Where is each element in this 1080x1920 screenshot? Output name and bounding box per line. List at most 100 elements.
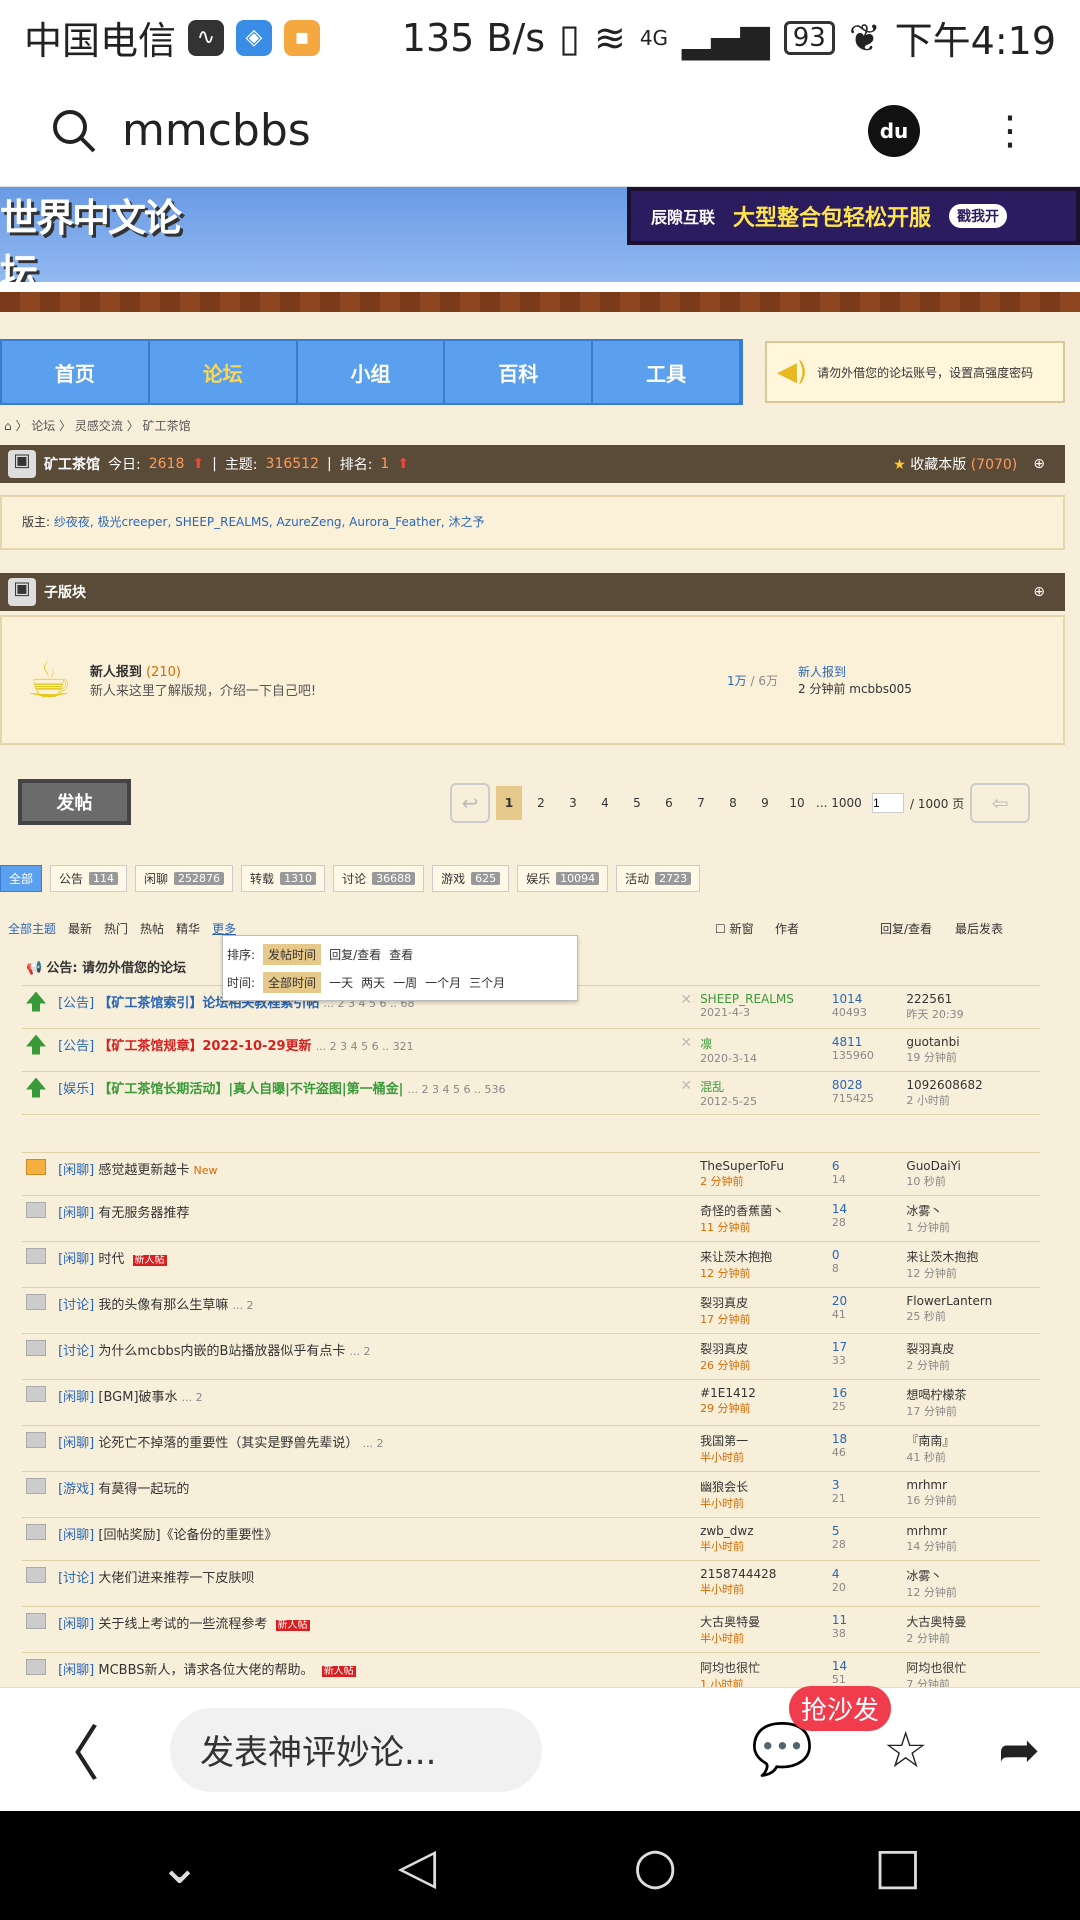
table-row[interactable]: [闲聊] 有无服务器推荐 奇怪的香蕉菌丶 11 分钟前 14 28 冰雾丶 1 分钟前: [22, 1195, 1040, 1242]
filter-hottalk[interactable]: 热帖: [140, 920, 164, 937]
thread-author[interactable]: #1E1412: [700, 1386, 824, 1400]
expand-icon[interactable]: ⊕: [1033, 584, 1045, 600]
favorite-button[interactable]: ★ 收藏本版 (7070): [893, 454, 1017, 474]
last-time[interactable]: 2 分钟前: [906, 1357, 1036, 1373]
last-time[interactable]: 14 分钟前: [906, 1538, 1036, 1554]
table-row[interactable]: [讨论] 大佬们进来推荐一下皮肤呗 2158744428 半小时前 4 20 冰雾丶…: [22, 1560, 1040, 1607]
thread-author[interactable]: 阿均也很忙: [700, 1659, 824, 1676]
page-link[interactable]: ... 1000: [816, 796, 866, 810]
search-query[interactable]: mmcbbs: [122, 105, 311, 156]
last-poster[interactable]: 大古奥特曼: [906, 1613, 1036, 1630]
announce-text[interactable]: 公告: 请勿外借您的论坛: [46, 961, 186, 976]
last-poster[interactable]: 冰雾丶: [906, 1567, 1036, 1584]
thread-author[interactable]: TheSuperToFu: [700, 1159, 824, 1173]
ad-banner[interactable]: 辰隙互联 大型整合包轻松开服 戳我开: [627, 187, 1080, 245]
last-time[interactable]: 41 秒前: [906, 1449, 1036, 1465]
thread-title[interactable]: 感觉越更新越卡: [98, 1163, 189, 1178]
back-icon[interactable]: 〈: [40, 1706, 130, 1793]
cat-discuss[interactable]: 讨论 36688: [333, 865, 425, 892]
thread-tag[interactable]: [游戏]: [58, 1482, 94, 1497]
table-row[interactable]: [闲聊] 时代 新人帖 来让茨木抱抱 12 分钟前 08 来让茨木抱抱 12 分钟前: [22, 1241, 1040, 1288]
last-time[interactable]: 10 秒前: [906, 1173, 1036, 1189]
last-time[interactable]: 12 分钟前: [906, 1265, 1036, 1281]
filter-digest[interactable]: 精华: [176, 920, 200, 937]
page-link[interactable]: 5: [624, 786, 650, 820]
thread-tag[interactable]: [公告]: [58, 996, 94, 1011]
thread-author[interactable]: 裂羽真皮: [700, 1294, 824, 1311]
thread-title[interactable]: 为什么mcbbs内嵌的B站播放器似乎有点卡: [98, 1344, 345, 1359]
table-row[interactable]: [闲聊] 关于线上考试的一些流程参考 新人帖 大古奥特曼 半小时前 11 38 大古…: [22, 1606, 1040, 1653]
crumb-forum[interactable]: 论坛: [31, 419, 55, 433]
table-row[interactable]: [闲聊] 论死亡不掉落的重要性（其实是野兽先辈说） ... 2 我国第一 半小时前…: [22, 1425, 1040, 1472]
mods-names[interactable]: 纱夜夜, 极光creeper, SHEEP_REALMS, AzureZeng,…: [54, 515, 485, 529]
thread-author[interactable]: 幽狼会长: [700, 1478, 824, 1495]
table-row[interactable]: [闲聊] [回帖奖励]《论备份的重要性》 zwb_dwz 半小时前 5 28 mrh…: [22, 1517, 1040, 1561]
thread-tag[interactable]: [闲聊]: [58, 1617, 94, 1632]
collapse-icon[interactable]: ⌄: [159, 1837, 201, 1895]
last-poster[interactable]: 想喝柠檬茶: [906, 1386, 1036, 1403]
table-row[interactable]: [游戏] 有莫得一起玩的 幽狼会长 半小时前 3 21 mrhmr 16 分钟前: [22, 1471, 1040, 1518]
baidu-paw-icon[interactable]: du: [868, 104, 920, 157]
comment-input[interactable]: 发表神评妙论...: [170, 1707, 542, 1792]
thread-author[interactable]: 来让茨木抱抱: [700, 1248, 824, 1265]
thread-tag[interactable]: [闲聊]: [58, 1528, 94, 1543]
last-time[interactable]: 19 分钟前: [906, 1049, 1036, 1065]
cat-game[interactable]: 游戏 625: [432, 865, 510, 892]
time-option[interactable]: 三个月: [469, 974, 505, 991]
time-option[interactable]: 一个月: [425, 974, 461, 991]
nav-home[interactable]: 首页: [2, 341, 150, 403]
last-poster[interactable]: 『南南』: [906, 1432, 1036, 1449]
thread-author[interactable]: 大古奥特曼: [700, 1613, 824, 1630]
last-time[interactable]: 12 分钟前: [906, 1584, 1036, 1600]
new-window-checkbox[interactable]: ☐ 新窗: [715, 920, 775, 937]
last-post-link[interactable]: 新人报到: [798, 665, 846, 679]
sort-option[interactable]: 回复/查看: [329, 946, 381, 963]
more-menu-icon[interactable]: ⋮: [990, 111, 1030, 151]
comment-icon[interactable]: 💬 抢沙发: [751, 1686, 892, 1779]
last-poster[interactable]: 冰雾丶: [906, 1202, 1036, 1219]
last-poster[interactable]: 裂羽真皮: [906, 1340, 1036, 1357]
thread-pages[interactable]: ... 2: [182, 1391, 203, 1404]
back-page-icon[interactable]: ↩: [450, 783, 490, 823]
thread-tag[interactable]: [讨论]: [58, 1571, 94, 1586]
search-icon[interactable]: [50, 107, 98, 155]
last-poster[interactable]: 1092608682: [906, 1078, 1036, 1092]
ad-button[interactable]: 戳我开: [949, 204, 1008, 228]
thread-title[interactable]: MCBBS新人，请求各位大佬的帮助。: [98, 1663, 313, 1678]
thread-pages[interactable]: ... 2: [363, 1437, 384, 1450]
thread-pages[interactable]: ... 2: [233, 1299, 254, 1312]
last-poster[interactable]: guotanbi: [906, 1035, 1036, 1049]
page-link[interactable]: 7: [688, 786, 714, 820]
page-link[interactable]: 3: [560, 786, 586, 820]
last-time[interactable]: 2 分钟前: [906, 1630, 1036, 1646]
last-poster[interactable]: mrhmr: [906, 1478, 1036, 1492]
thread-title[interactable]: 论死亡不掉落的重要性（其实是野兽先辈说）: [98, 1436, 358, 1451]
page-link[interactable]: 1: [496, 786, 522, 820]
cat-fun[interactable]: 娱乐 10094: [517, 865, 609, 892]
thread-title[interactable]: 关于线上考试的一些流程参考: [98, 1617, 267, 1632]
thread-tag[interactable]: [娱乐]: [58, 1082, 94, 1097]
thread-tag[interactable]: [闲聊]: [58, 1390, 94, 1405]
next-page-icon[interactable]: ⇦: [970, 783, 1031, 823]
cat-announce[interactable]: 公告 114: [50, 865, 128, 892]
page-link[interactable]: 8: [720, 786, 746, 820]
nav-tools[interactable]: 工具: [593, 341, 741, 403]
thread-tag[interactable]: [闲聊]: [58, 1163, 94, 1178]
last-poster[interactable]: 来让茨木抱抱: [906, 1248, 1036, 1265]
thread-title[interactable]: 时代: [98, 1252, 124, 1267]
thread-pages[interactable]: ... 2 3 4 5 6 .. 536: [408, 1083, 506, 1096]
thread-author[interactable]: 我国第一: [700, 1432, 824, 1449]
thread-tag[interactable]: [讨论]: [58, 1298, 94, 1313]
thread-tag[interactable]: [闲聊]: [58, 1206, 94, 1221]
thread-pages[interactable]: ... 2: [350, 1345, 371, 1358]
sort-option[interactable]: 查看: [389, 946, 413, 963]
page-link[interactable]: 2: [528, 786, 554, 820]
last-time[interactable]: 昨天 20:39: [906, 1006, 1036, 1022]
cat-all[interactable]: 全部: [0, 865, 43, 892]
search-bar[interactable]: mmcbbs du ⋮: [0, 75, 1080, 187]
page-link[interactable]: 9: [752, 786, 778, 820]
last-poster[interactable]: GuoDaiYi: [906, 1159, 1036, 1173]
thread-tag[interactable]: [闲聊]: [58, 1436, 94, 1451]
last-time[interactable]: 25 秒前: [906, 1308, 1036, 1324]
table-row[interactable]: [闲聊] [BGM]破事水 ... 2 #1E1412 29 分钟前 16 25 想…: [22, 1379, 1040, 1426]
